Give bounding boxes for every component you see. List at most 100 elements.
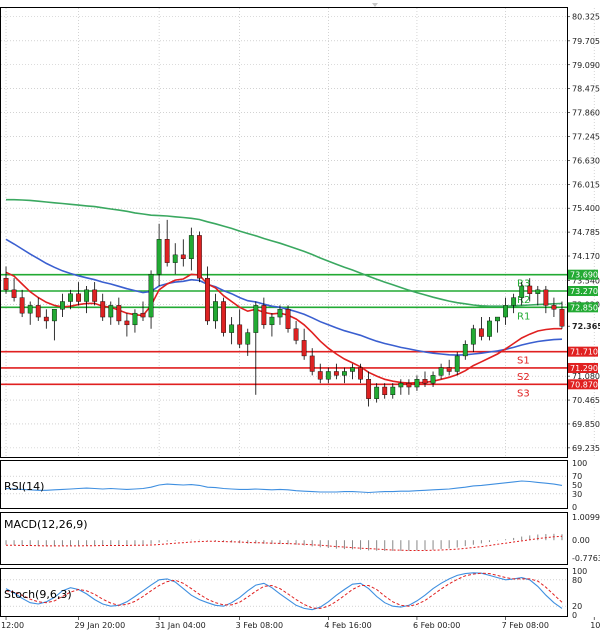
bullish-candle <box>495 316 500 322</box>
bullish-candle <box>503 305 508 318</box>
time-tick-label: 12:00 <box>1 621 24 630</box>
bearish-candle <box>76 293 81 302</box>
bearish-candle <box>366 379 372 399</box>
bearish-candle <box>180 254 186 259</box>
bullish-candle <box>156 239 162 275</box>
bullish-candle <box>51 309 57 322</box>
bullish-candle <box>325 371 331 380</box>
bullish-candle <box>430 375 436 384</box>
price-tick-label: 79.090 <box>572 61 600 70</box>
price-tick-label: 74.170 <box>572 252 600 261</box>
bearish-candle <box>358 367 363 380</box>
bearish-candle <box>237 324 243 345</box>
bearish-candle <box>11 289 17 298</box>
stoch-panel-title: Stoch(9,6,3) <box>4 588 72 601</box>
bullish-candle <box>229 324 235 333</box>
current-price-label: 72.365 <box>572 322 600 331</box>
stoch-tick-label: 20 <box>572 602 582 611</box>
bullish-candle <box>462 344 468 357</box>
bearish-candle <box>124 320 130 326</box>
bearish-candle <box>527 285 533 294</box>
price-tick-label: 75.400 <box>572 204 600 213</box>
bullish-candle <box>374 386 380 399</box>
bullish-candle <box>60 301 65 310</box>
time-axis: 12:00 29 Jan 20:00 31 Jan 04:00 3 Feb 08:00… <box>1 617 600 630</box>
bearish-candle <box>35 305 41 318</box>
bearish-candle <box>164 239 170 263</box>
bullish-candle <box>438 367 444 376</box>
price-tick-label: 70.465 <box>572 396 600 405</box>
bearish-candle <box>261 305 267 326</box>
rsi-tick-label: 100 <box>572 459 587 468</box>
bearish-candle <box>92 289 98 302</box>
bearish-candle <box>478 328 484 337</box>
price-tick-label: 77.860 <box>572 109 600 118</box>
bearish-candle <box>422 379 428 384</box>
bearish-candle <box>382 386 388 396</box>
level-tag-value: 72.850 <box>570 303 598 312</box>
level-name-s3: S3 <box>517 388 530 399</box>
level-tag-value: 73.270 <box>570 287 598 296</box>
rsi-tick-label: 70 <box>572 472 582 481</box>
bullish-candle <box>342 371 347 376</box>
bearish-candle <box>293 328 299 341</box>
level-tag-value: 71.710 <box>570 348 598 357</box>
bullish-candle <box>454 355 460 372</box>
stoch-panel-frame <box>0 568 568 617</box>
bullish-candle <box>470 328 476 345</box>
scroll-marker-icon[interactable] <box>372 3 378 7</box>
bullish-candle <box>390 386 396 396</box>
bearish-candle <box>196 235 202 279</box>
bearish-candle <box>559 309 565 327</box>
time-tick-label: 31 Jan 04:00 <box>155 621 206 630</box>
bullish-candle <box>68 293 73 302</box>
macd-tick-label: -0.7763 <box>572 554 600 563</box>
level-name-s1: S1 <box>517 356 530 367</box>
level-tag-value: 70.870 <box>570 380 598 389</box>
bullish-candle <box>511 297 517 306</box>
bullish-candle <box>350 367 355 372</box>
bullish-candle <box>132 312 138 326</box>
price-tick-label: 80.325 <box>572 13 600 22</box>
bullish-candle <box>188 235 194 259</box>
price-tick-label: 74.785 <box>572 228 600 237</box>
bearish-candle <box>406 382 412 388</box>
price-tick-label: 78.475 <box>572 85 600 94</box>
bullish-candle <box>245 332 251 345</box>
bearish-candle <box>446 367 452 372</box>
bullish-candle <box>172 254 178 263</box>
bullish-candle <box>277 309 283 318</box>
bullish-candle <box>148 274 154 318</box>
bearish-candle <box>205 277 210 322</box>
bullish-candle <box>108 305 114 318</box>
rsi-panel-frame <box>0 460 568 509</box>
rsi-panel-title: RSI(14) <box>4 480 44 493</box>
bearish-candle <box>333 371 339 376</box>
bearish-candle <box>116 305 122 322</box>
macd-panel-title: MACD(12,26,9) <box>4 518 88 531</box>
price-tick-label: 77.245 <box>572 132 600 141</box>
bearish-candle <box>43 316 49 322</box>
rsi-tick-label: 0 <box>572 503 577 512</box>
bearish-candle <box>100 301 106 318</box>
level-name-r1: R1 <box>517 311 530 322</box>
bearish-candle <box>301 340 307 357</box>
bullish-candle <box>213 301 218 322</box>
stoch-tick-label: 80 <box>572 576 582 585</box>
price-tick-label: 79.705 <box>572 37 600 46</box>
bearish-candle <box>551 305 557 310</box>
price-tick-label: 69.850 <box>572 420 600 429</box>
bullish-candle <box>84 289 90 302</box>
bullish-candle <box>253 305 259 333</box>
stoch-tick-label: 100 <box>572 567 587 576</box>
bearish-candle <box>543 289 549 306</box>
forex-chart-window: R3 R2 R1 S1 S2 S3 80.325 79.705 79.090 78.475 77.… <box>0 0 600 631</box>
macd-tick-label: 1.0099 <box>572 513 600 522</box>
time-tick-label: 7 Feb 08:00 <box>502 621 549 630</box>
main-plot-frame <box>0 7 568 458</box>
bearish-candle <box>19 297 25 314</box>
price-tick-label: 76.015 <box>572 180 600 189</box>
bullish-candle <box>414 379 420 388</box>
bullish-candle <box>398 382 404 388</box>
bearish-candle <box>221 301 226 333</box>
